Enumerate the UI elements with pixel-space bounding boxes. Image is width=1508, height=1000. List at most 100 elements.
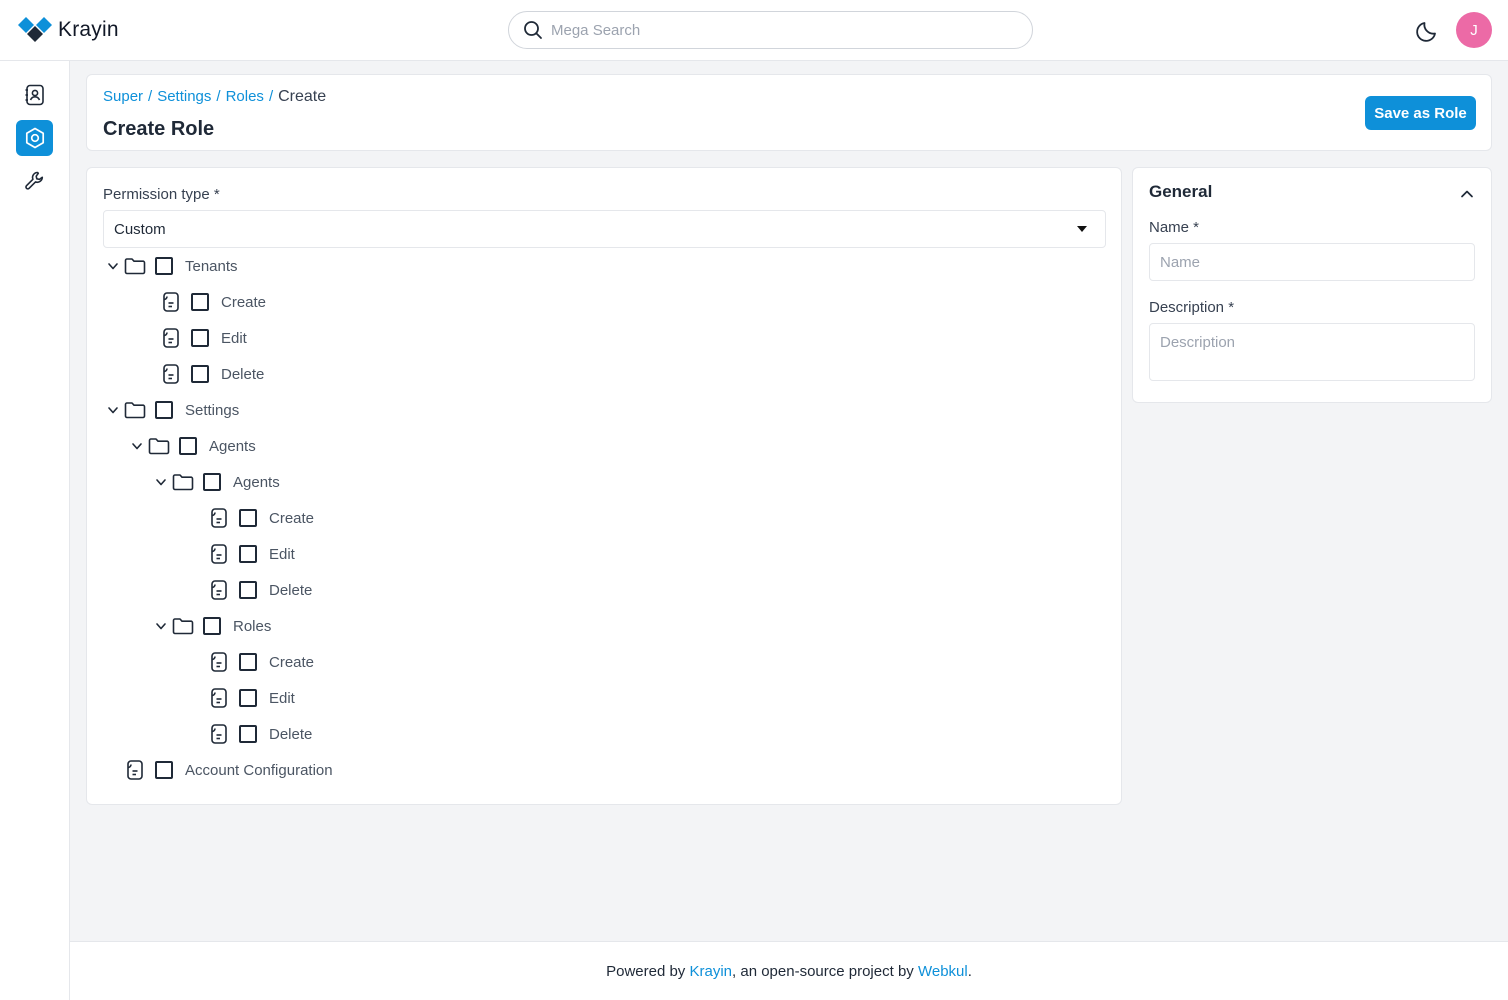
- tree-node-label: Account Configuration: [185, 761, 333, 779]
- settings-icon: [25, 127, 44, 149]
- permission-checkbox[interactable]: [155, 761, 173, 779]
- tree-node-label: Create: [269, 509, 315, 527]
- krayin-logo-icon: [18, 17, 52, 42]
- breadcrumb-separator: /: [216, 88, 221, 105]
- tree-node-label: Settings: [185, 401, 240, 419]
- permission-type-label: Permission type *: [103, 186, 220, 203]
- sidebar-item-contacts[interactable]: [16, 77, 53, 113]
- file-icon: [159, 326, 183, 350]
- footer-krayin-link[interactable]: Krayin: [689, 963, 732, 980]
- dark-mode-toggle-icon[interactable]: [1415, 17, 1441, 43]
- tree-node-label: Delete: [269, 581, 313, 599]
- tree-node-label: Tenants: [185, 257, 238, 275]
- tree-node: Agents: [153, 468, 280, 496]
- file-icon: [207, 686, 231, 710]
- permission-checkbox[interactable]: [155, 401, 173, 419]
- page-header-card: Super / Settings / Roles / Create Create…: [86, 74, 1492, 151]
- page-title: Create Role: [103, 118, 215, 140]
- tree-node-label: Create: [269, 653, 315, 671]
- description-input[interactable]: [1149, 323, 1475, 381]
- chevron-down-icon[interactable]: [129, 438, 145, 454]
- permission-checkbox[interactable]: [239, 581, 257, 599]
- file-icon: [207, 722, 231, 746]
- footer: Powered by Krayin, an open-source projec…: [70, 941, 1508, 1000]
- footer-suffix: .: [967, 962, 972, 980]
- chevron-down-icon[interactable]: [105, 258, 121, 274]
- file-icon: [207, 542, 231, 566]
- breadcrumb-separator: /: [148, 88, 153, 105]
- tree-node: Delete: [207, 720, 312, 748]
- tree-node: Settings: [105, 396, 239, 424]
- tree-node-label: Agents: [233, 473, 280, 491]
- wrench-icon: [24, 171, 43, 190]
- sidebar-item-settings[interactable]: [16, 120, 53, 156]
- user-avatar[interactable]: J: [1456, 12, 1492, 48]
- app-logo[interactable]: Krayin: [18, 17, 119, 43]
- permissions-card: Permission type * Custom Tenants Create Ed…: [86, 167, 1122, 805]
- tree-node: Create: [159, 288, 266, 316]
- name-label: Name *: [1149, 219, 1200, 236]
- chevron-up-icon[interactable]: [1459, 186, 1475, 202]
- permission-checkbox[interactable]: [191, 365, 209, 383]
- sidebar: [0, 61, 70, 1000]
- permission-checkbox[interactable]: [239, 509, 257, 527]
- folder-icon: [123, 254, 147, 278]
- breadcrumb-current: Create: [278, 88, 327, 105]
- permission-checkbox[interactable]: [191, 329, 209, 347]
- permission-checkbox[interactable]: [239, 653, 257, 671]
- file-icon: [159, 290, 183, 314]
- tree-node: Delete: [159, 360, 264, 388]
- permission-type-select[interactable]: Custom: [103, 210, 1106, 248]
- general-title: General: [1149, 182, 1213, 201]
- tree-node: Edit: [207, 540, 295, 568]
- breadcrumb-settings[interactable]: Settings: [157, 88, 211, 106]
- permission-checkbox[interactable]: [203, 473, 221, 491]
- permission-checkbox[interactable]: [239, 725, 257, 743]
- search-input[interactable]: [551, 21, 991, 39]
- file-icon: [207, 506, 231, 530]
- tree-node: Tenants: [105, 252, 238, 280]
- file-icon: [207, 578, 231, 602]
- search-icon: [524, 21, 542, 39]
- permission-checkbox[interactable]: [239, 689, 257, 707]
- tree-node: Edit: [207, 684, 295, 712]
- permission-checkbox[interactable]: [155, 257, 173, 275]
- tree-node: Agents: [129, 432, 256, 460]
- folder-icon: [171, 614, 195, 638]
- breadcrumb-separator: /: [268, 88, 274, 105]
- chevron-down-icon[interactable]: [153, 618, 169, 634]
- chevron-down-icon[interactable]: [105, 402, 121, 418]
- file-icon: [207, 650, 231, 674]
- contacts-icon: [25, 84, 44, 106]
- main-content: Super / Settings / Roles / Create Create…: [70, 61, 1508, 941]
- sidebar-item-tools[interactable]: [16, 163, 53, 199]
- folder-icon: [171, 470, 195, 494]
- tree-node-label: Create: [221, 293, 267, 311]
- permission-checkbox[interactable]: [191, 293, 209, 311]
- tree-node: Roles: [153, 612, 271, 640]
- folder-icon: [147, 434, 171, 458]
- tree-node-label: Edit: [221, 329, 247, 347]
- footer-middle: , an open-source project by: [732, 962, 914, 980]
- save-as-role-button[interactable]: Save as Role: [1365, 96, 1476, 130]
- name-input[interactable]: [1149, 243, 1475, 281]
- tree-node: Edit: [159, 324, 247, 352]
- app-name: Krayin: [58, 18, 119, 41]
- tree-node: Delete: [207, 576, 312, 604]
- file-icon: [123, 758, 147, 782]
- chevron-down-icon[interactable]: [153, 474, 169, 490]
- breadcrumb-super[interactable]: Super: [103, 88, 143, 106]
- top-bar: Krayin J: [0, 0, 1508, 61]
- permission-checkbox[interactable]: [179, 437, 197, 455]
- mega-search[interactable]: [508, 11, 1033, 49]
- tree-node-label: Delete: [269, 725, 313, 743]
- breadcrumb-roles[interactable]: Roles: [226, 88, 264, 106]
- breadcrumb: Super / Settings / Roles / Create: [103, 88, 326, 106]
- tree-node-label: Edit: [269, 689, 295, 707]
- permission-checkbox[interactable]: [239, 545, 257, 563]
- footer-webkul-link[interactable]: Webkul: [918, 963, 968, 980]
- file-icon: [159, 362, 183, 386]
- tree-node-label: Edit: [269, 545, 295, 563]
- footer-prefix: Powered by: [606, 962, 686, 980]
- permission-checkbox[interactable]: [203, 617, 221, 635]
